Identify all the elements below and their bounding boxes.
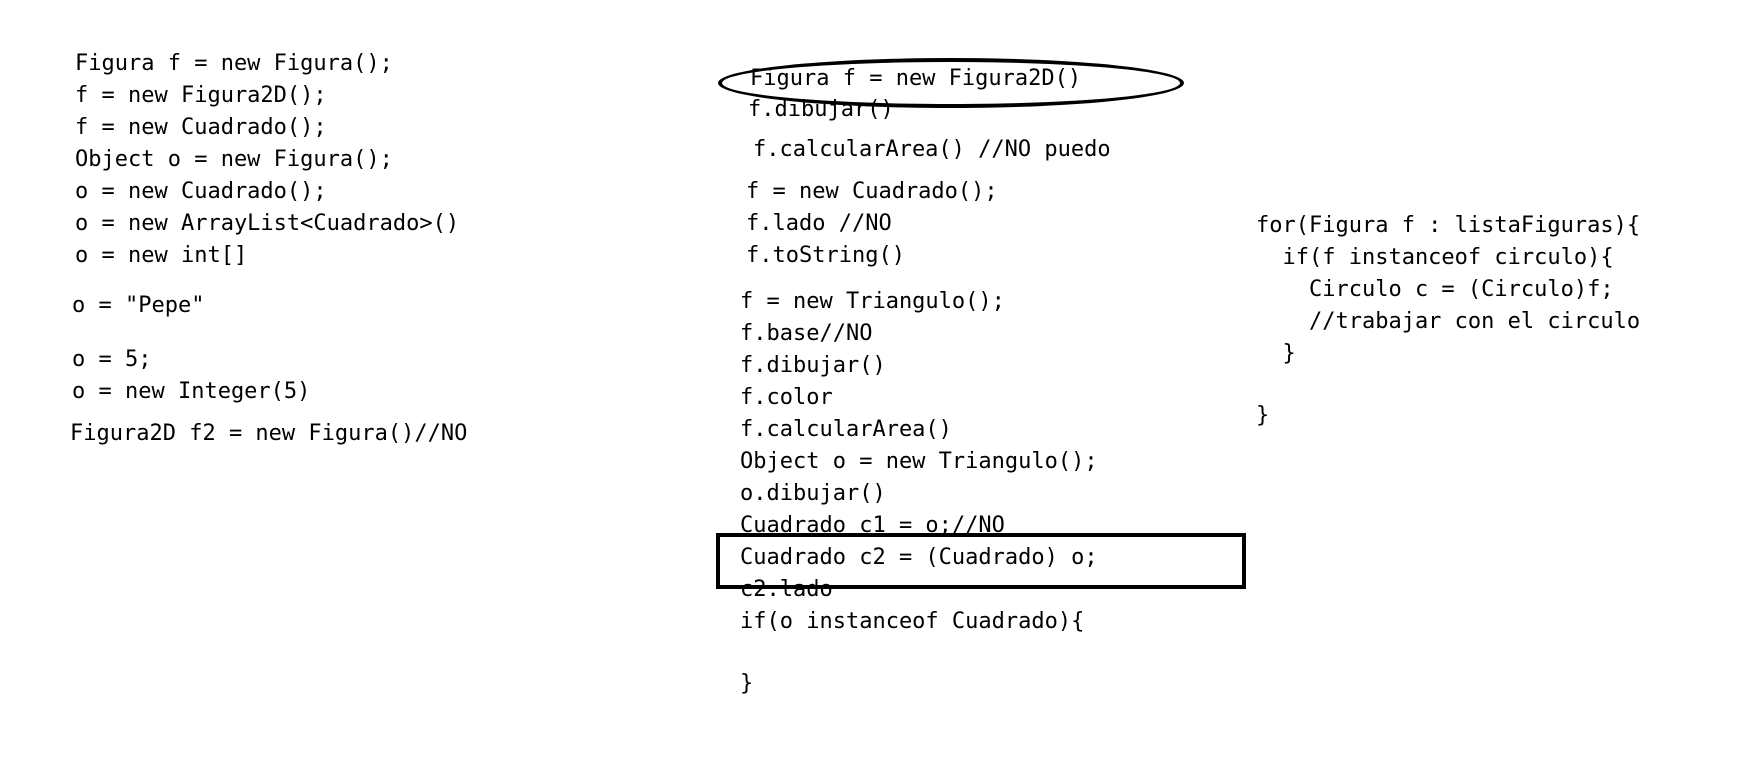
code-line: f.dibujar(): [740, 353, 886, 378]
code-line: Object o = new Triangulo();: [740, 449, 1098, 474]
code-line: Figura2D f2 = new Figura()//NO: [70, 421, 468, 446]
code-line: if(o instanceof Cuadrado){: [740, 609, 1085, 634]
code-line: f = new Cuadrado();: [746, 179, 998, 204]
code-line: o = 5;: [72, 347, 152, 372]
code-line: f = new Triangulo();: [740, 289, 1005, 314]
code-line: if(f instanceof circulo){: [1256, 245, 1614, 270]
code-line: f.base//NO: [740, 321, 873, 346]
code-line: Circulo c = (Circulo)f;: [1256, 277, 1614, 302]
code-line: c2.lado: [740, 577, 833, 602]
code-line: f.color: [740, 385, 833, 410]
code-line: o = "Pepe": [72, 293, 205, 318]
code-line: Cuadrado c2 = (Cuadrado) o;: [740, 545, 1098, 570]
code-line: f.dibujar(): [748, 97, 894, 122]
code-line: f.lado //NO: [746, 211, 892, 236]
code-line: }: [1256, 403, 1270, 428]
code-line: }: [740, 671, 754, 696]
code-line: f.toString(): [746, 243, 905, 268]
code-line: Figura f = new Figura2D(): [750, 66, 1082, 91]
code-line: Cuadrado c1 = o;//NO: [740, 513, 1005, 538]
code-line: o = new Cuadrado();: [75, 179, 327, 204]
code-line: o = new int[]: [75, 243, 248, 268]
code-line: }: [1256, 341, 1296, 366]
code-line: o = new ArrayList<Cuadrado>(): [75, 211, 460, 236]
code-line: f = new Cuadrado();: [75, 115, 327, 140]
code-line: f.calcularArea(): [740, 417, 952, 442]
code-line: for(Figura f : listaFiguras){: [1256, 213, 1641, 238]
code-line: f.calcularArea() //NO puedo: [753, 137, 1111, 162]
code-line: //trabajar con el circulo: [1256, 309, 1641, 334]
code-line: o.dibujar(): [740, 481, 886, 506]
code-line: Object o = new Figura();: [75, 147, 393, 172]
code-line: Figura f = new Figura();: [75, 51, 393, 76]
code-line: o = new Integer(5): [72, 379, 311, 404]
code-line: f = new Figura2D();: [75, 83, 327, 108]
